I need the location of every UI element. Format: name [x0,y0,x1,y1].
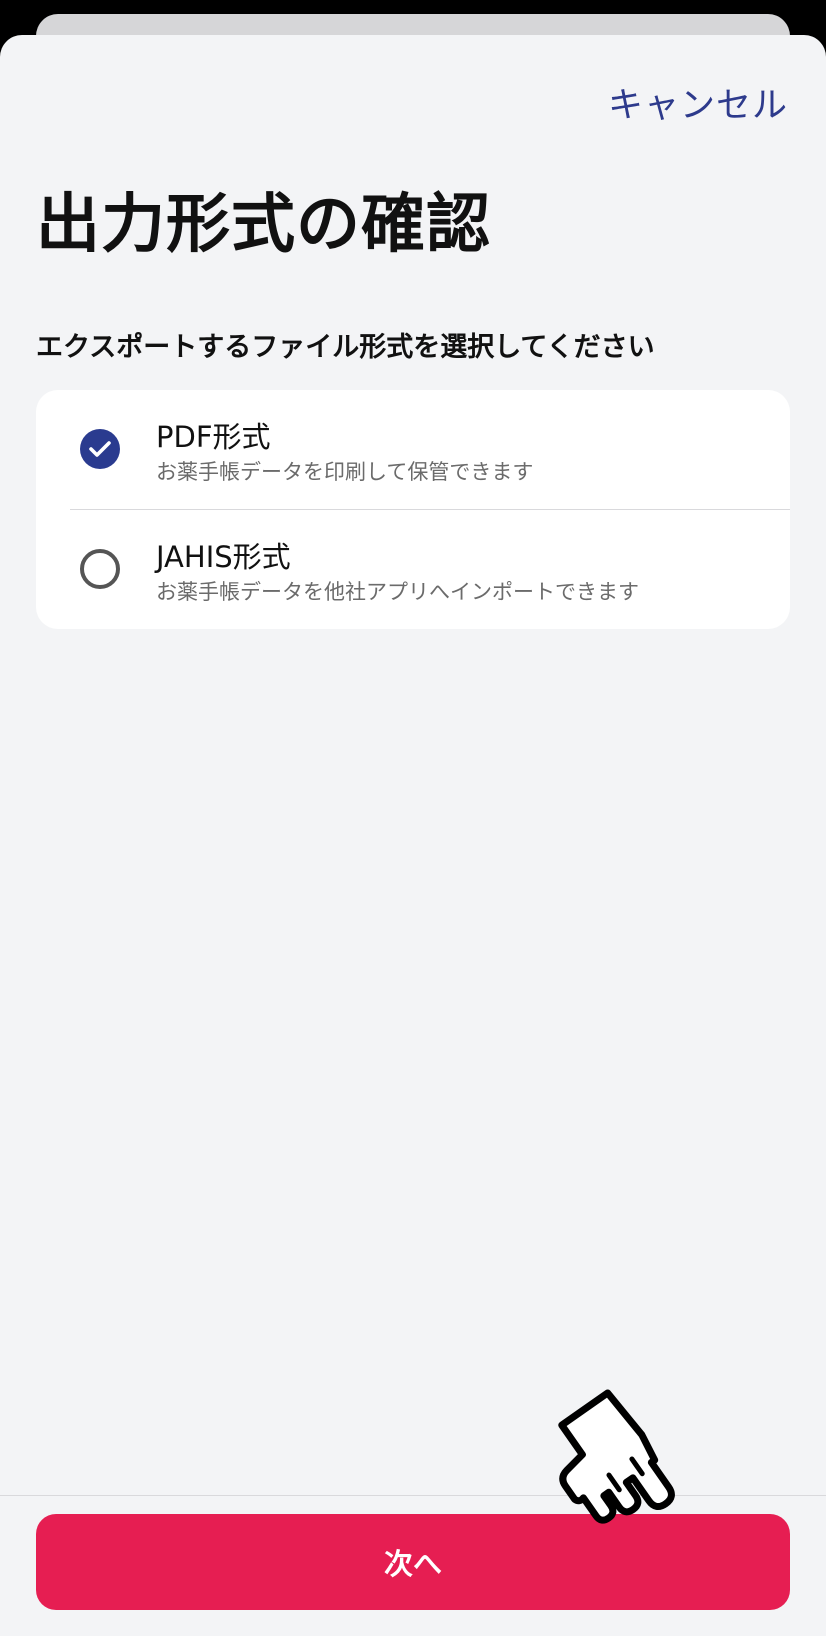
format-options-card: PDF形式 お薬手帳データを印刷して保管できます JAHIS形式 お薬手帳データ… [36,390,790,629]
check-circle-icon[interactable] [80,429,120,469]
option-pdf-label: PDF形式 [156,420,271,454]
modal-sheet: キャンセル 出力形式の確認 エクスポートするファイル形式を選択してください PD… [0,35,826,1636]
option-pdf[interactable]: PDF形式 お薬手帳データを印刷して保管できます [36,390,790,509]
option-jahis-label: JAHIS形式 [156,540,291,574]
option-pdf-description: お薬手帳データを印刷して保管できます [156,460,534,484]
section-subtitle: エクスポートするファイル形式を選択してください [36,332,655,363]
checkmark-icon [89,441,111,457]
cancel-button[interactable]: キャンセル [608,77,788,128]
page-title: 出力形式の確認 [36,188,491,262]
next-button[interactable]: 次へ [36,1514,790,1610]
option-jahis-description: お薬手帳データを他社アプリへインポートできます [156,580,639,604]
footer-divider [0,1495,826,1496]
option-jahis[interactable]: JAHIS形式 お薬手帳データを他社アプリへインポートできます [36,510,790,629]
radio-empty-icon[interactable] [80,549,120,589]
pointing-hand-icon [558,1389,675,1524]
